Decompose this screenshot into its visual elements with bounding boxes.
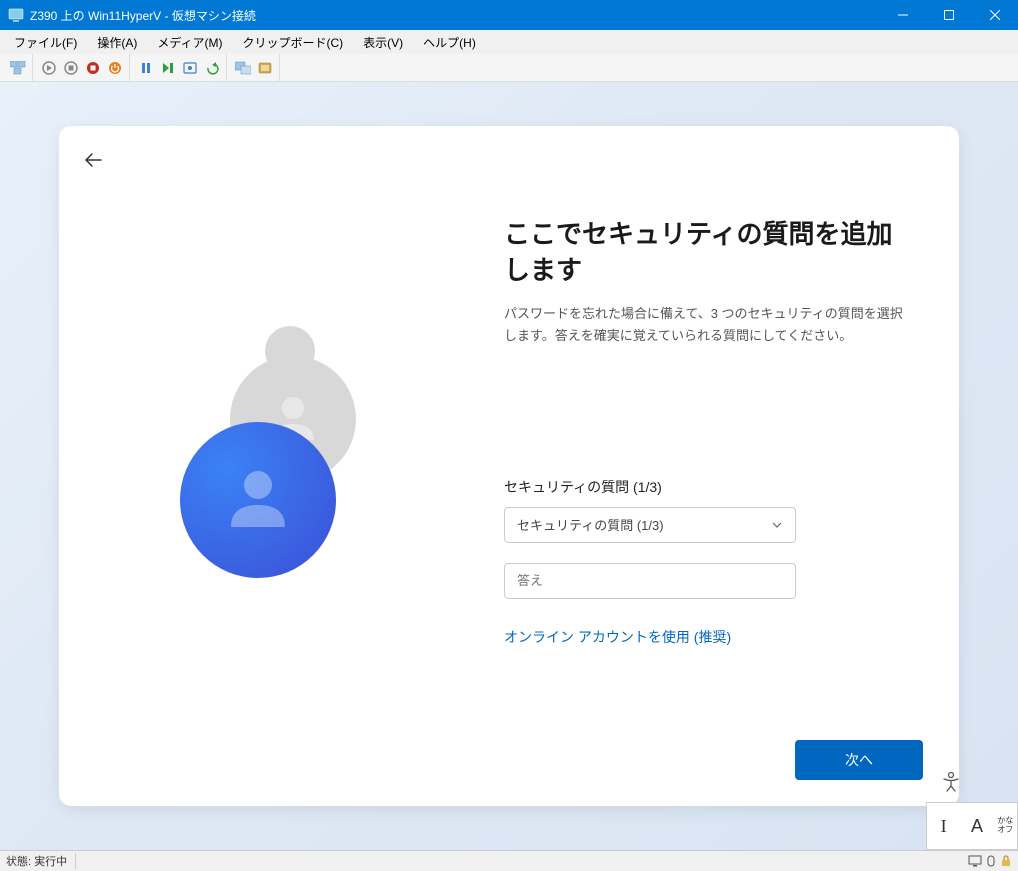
oobe-illustration	[95, 156, 504, 776]
speaker-icon	[985, 855, 997, 867]
menu-help[interactable]: ヘルプ(H)	[413, 31, 486, 54]
select-placeholder: セキュリティの質問 (1/3)	[517, 515, 664, 534]
accessibility-icon[interactable]	[940, 771, 962, 798]
ime-cursor-icon: I	[927, 816, 960, 837]
chevron-down-icon	[771, 519, 783, 531]
ime-indicator[interactable]: I A かな オフ	[926, 802, 1018, 850]
menu-action[interactable]: 操作(A)	[87, 31, 147, 54]
lock-icon	[1000, 855, 1012, 867]
titlebar: Z390 上の Win11HyperV - 仮想マシン接続	[0, 0, 1018, 30]
shutdown-button[interactable]	[83, 58, 103, 78]
menu-clipboard[interactable]: クリップボード(C)	[232, 31, 353, 54]
ctrl-alt-del-button[interactable]	[8, 58, 28, 78]
oobe-title: ここでセキュリティの質問を追加します	[504, 216, 913, 289]
checkpoint-button[interactable]	[180, 58, 200, 78]
oobe-background: ここでセキュリティの質問を追加します パスワードを忘れた場合に備えて、3 つのセ…	[0, 82, 1018, 850]
avatar-front-circle	[180, 422, 336, 578]
oobe-form: ここでセキュリティの質問を追加します パスワードを忘れた場合に備えて、3 つのセ…	[504, 156, 923, 776]
reset-button[interactable]	[158, 58, 178, 78]
share-button[interactable]	[255, 58, 275, 78]
pause-button[interactable]	[136, 58, 156, 78]
security-question-select[interactable]: セキュリティの質問 (1/3)	[504, 507, 796, 543]
window-title: Z390 上の Win11HyperV - 仮想マシン接続	[30, 7, 880, 24]
maximize-button[interactable]	[926, 0, 972, 30]
toolbar	[0, 54, 1018, 82]
answer-input[interactable]	[504, 563, 796, 599]
ime-off: オフ	[994, 826, 1017, 835]
ime-mode: A	[960, 816, 993, 837]
oobe-subtitle: パスワードを忘れた場合に備えて、3 つのセキュリティの質問を選択します。答えを確…	[504, 303, 913, 347]
back-button[interactable]	[81, 148, 109, 176]
statusbar: 状態: 実行中	[0, 850, 1018, 871]
enhanced-session-button[interactable]	[233, 58, 253, 78]
security-question-label: セキュリティの質問 (1/3)	[504, 477, 913, 497]
menubar: ファイル(F) 操作(A) メディア(M) クリップボード(C) 表示(V) ヘ…	[0, 30, 1018, 54]
menu-file[interactable]: ファイル(F)	[4, 31, 87, 54]
power-button[interactable]	[105, 58, 125, 78]
window-controls	[880, 0, 1018, 30]
status-icons	[968, 855, 1012, 867]
close-button[interactable]	[972, 0, 1018, 30]
minimize-button[interactable]	[880, 0, 926, 30]
menu-media[interactable]: メディア(M)	[147, 31, 232, 54]
app-icon	[8, 7, 24, 23]
monitor-icon	[968, 855, 982, 867]
status-text: 状態: 実行中	[6, 853, 76, 869]
oobe-card: ここでセキュリティの質問を追加します パスワードを忘れた場合に備えて、3 つのセ…	[59, 126, 959, 806]
menu-view[interactable]: 表示(V)	[353, 31, 413, 54]
stop-button[interactable]	[61, 58, 81, 78]
next-button[interactable]: 次へ	[795, 740, 923, 780]
start-button[interactable]	[39, 58, 59, 78]
revert-button[interactable]	[202, 58, 222, 78]
online-account-link[interactable]: オンライン アカウントを使用 (推奨)	[504, 627, 913, 647]
